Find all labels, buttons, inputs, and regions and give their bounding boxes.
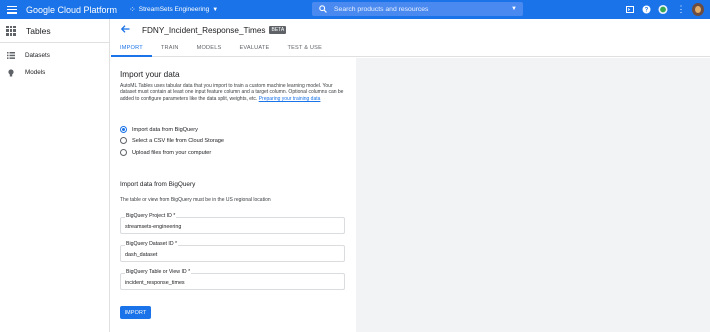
radio-upload-files[interactable]: Upload files from your computer <box>120 148 211 157</box>
product-brand[interactable]: Google Cloud Platform <box>26 5 117 15</box>
field-label: BigQuery Dataset ID * <box>125 241 179 247</box>
project-dots-icon: ⁘ <box>129 5 136 14</box>
search-icon <box>317 5 329 13</box>
radio-unselected-icon <box>120 149 127 156</box>
tab-test-and-use[interactable]: TEST & USE <box>278 45 331 56</box>
tables-icon <box>6 25 16 36</box>
preparing-data-link[interactable]: Preparing your training data <box>259 96 321 102</box>
list-icon <box>7 52 15 59</box>
more-options-icon[interactable]: ⋮ <box>677 4 686 15</box>
svg-text:?: ? <box>645 8 649 14</box>
notifications-icon[interactable] <box>658 4 668 15</box>
dataset-id-input[interactable] <box>125 252 340 258</box>
tab-train[interactable]: TRAIN <box>152 45 188 56</box>
bigquery-heading: Import data from BigQuery <box>120 181 196 188</box>
field-label: BigQuery Project ID * <box>125 213 177 219</box>
radio-unselected-icon <box>120 137 127 144</box>
radio-label: Import data from BigQuery <box>132 126 198 133</box>
import-description: AutoML Tables uses tabular data that you… <box>120 83 346 102</box>
tab-evaluate[interactable]: EVALUATE <box>230 45 278 56</box>
beta-badge: BETA <box>269 26 287 34</box>
sidebar-item-label: Models <box>25 69 46 76</box>
chevron-down-icon: ▼ <box>212 6 219 13</box>
main-area: FDNY_Incident_Response_Times BETA IMPORT… <box>111 19 710 332</box>
nav-header: Tables <box>0 19 109 43</box>
radio-label: Upload files from your computer <box>132 149 212 156</box>
search-expand-icon[interactable]: ▼ <box>511 6 517 12</box>
tab-import[interactable]: IMPORT <box>111 45 152 57</box>
radio-selected-icon <box>120 126 127 133</box>
project-id-input[interactable] <box>125 224 340 230</box>
radio-bigquery[interactable]: Import data from BigQuery <box>120 125 198 134</box>
nav-title: Tables <box>26 25 51 36</box>
tab-models[interactable]: MODELS <box>188 45 231 56</box>
content-area: Import your data AutoML Tables uses tabu… <box>111 58 710 332</box>
lightbulb-icon <box>7 68 15 77</box>
radio-cloud-storage[interactable]: Select a CSV file from Cloud Storage <box>120 136 224 145</box>
left-navigation: Tables Datasets Models <box>0 19 110 332</box>
radio-label: Select a CSV file from Cloud Storage <box>132 137 225 144</box>
table-id-field[interactable]: BigQuery Table or View ID * <box>120 269 345 290</box>
top-app-bar: Google Cloud Platform ⁘ StreamSets Engin… <box>0 0 710 19</box>
field-label: BigQuery Table or View ID * <box>125 269 192 275</box>
page-title: Import your data <box>120 70 180 79</box>
hamburger-menu-icon[interactable] <box>7 5 17 14</box>
tab-bar: IMPORT TRAIN MODELS EVALUATE TEST & USE <box>111 41 710 57</box>
user-avatar[interactable] <box>692 3 704 16</box>
table-id-input[interactable] <box>125 280 340 286</box>
dataset-header: FDNY_Incident_Response_Times BETA <box>111 19 710 41</box>
cloud-shell-icon[interactable] <box>625 4 634 15</box>
dataset-title: FDNY_Incident_Response_Times <box>142 25 266 35</box>
project-id-field[interactable]: BigQuery Project ID * <box>120 213 345 234</box>
back-arrow-icon[interactable] <box>120 25 130 35</box>
sidebar-item-label: Datasets <box>25 52 50 59</box>
import-panel: Import your data AutoML Tables uses tabu… <box>111 58 356 332</box>
bigquery-note: The table or view from BigQuery must be … <box>120 197 271 203</box>
sidebar-item-models[interactable]: Models <box>0 64 109 81</box>
help-icon[interactable]: ? <box>642 4 651 15</box>
search-placeholder: Search products and resources <box>334 5 429 13</box>
project-name: StreamSets Engineering <box>138 6 210 13</box>
project-selector[interactable]: ⁘ StreamSets Engineering ▼ <box>129 5 218 14</box>
import-button[interactable]: IMPORT <box>120 306 151 319</box>
search-bar[interactable]: Search products and resources ▼ <box>312 2 523 16</box>
dataset-id-field[interactable]: BigQuery Dataset ID * <box>120 241 345 262</box>
sidebar-item-datasets[interactable]: Datasets <box>0 47 109 64</box>
